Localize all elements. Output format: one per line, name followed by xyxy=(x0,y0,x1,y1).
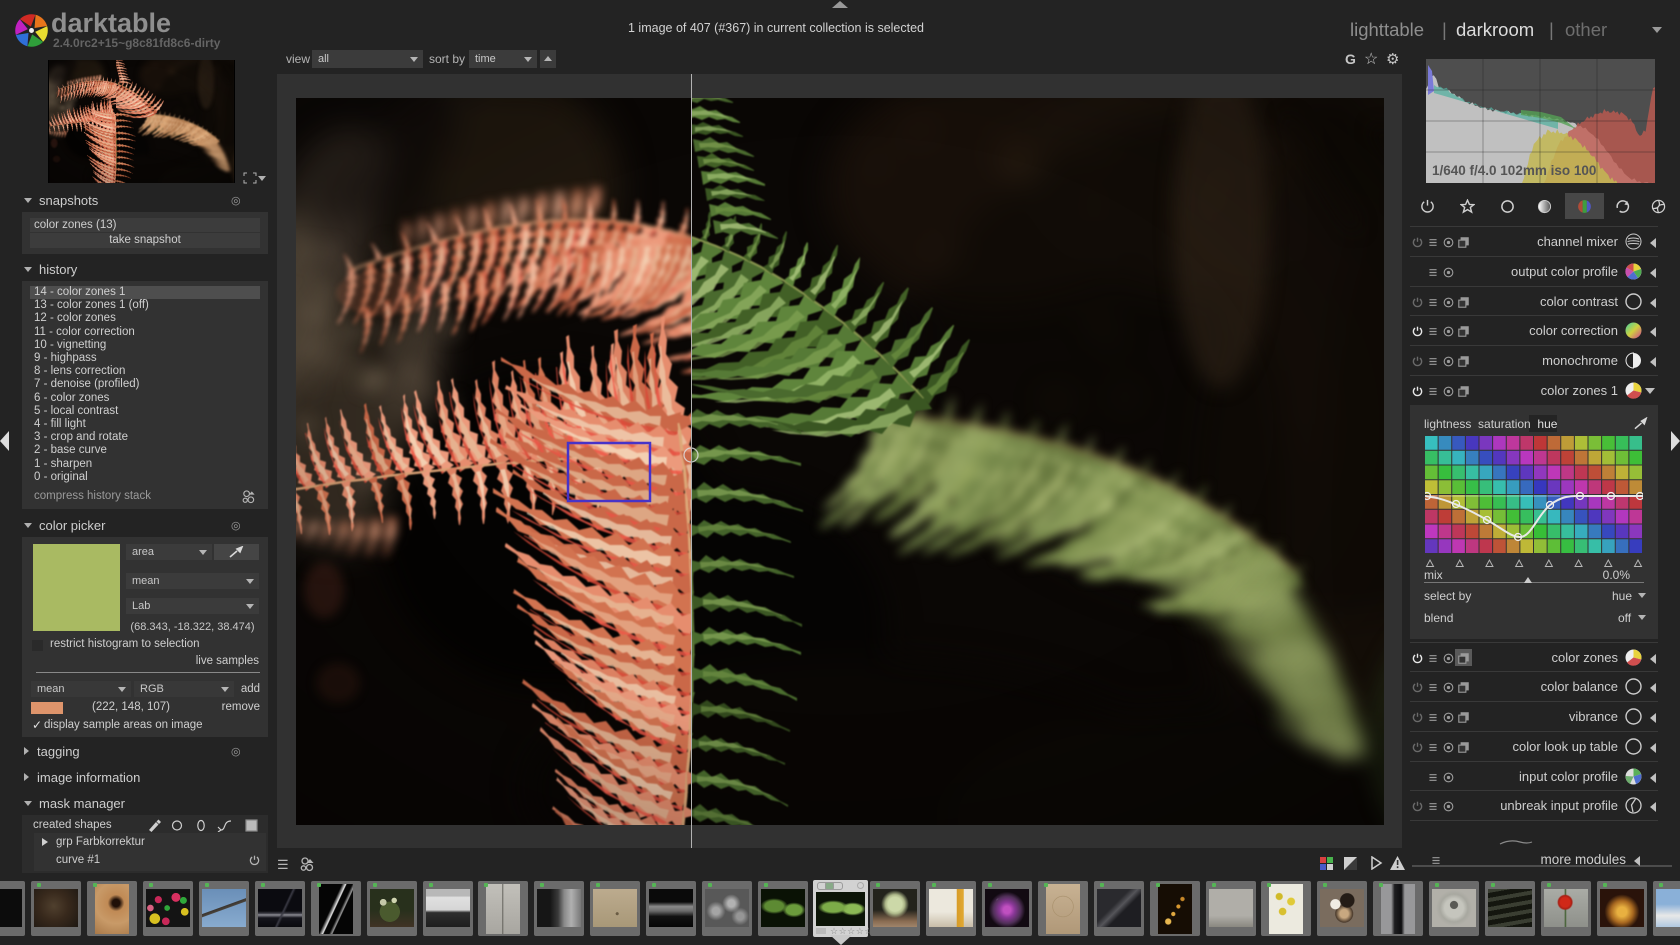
svg-text:1/640 f/4.0 102mm iso 100: 1/640 f/4.0 102mm iso 100 xyxy=(1432,163,1596,178)
